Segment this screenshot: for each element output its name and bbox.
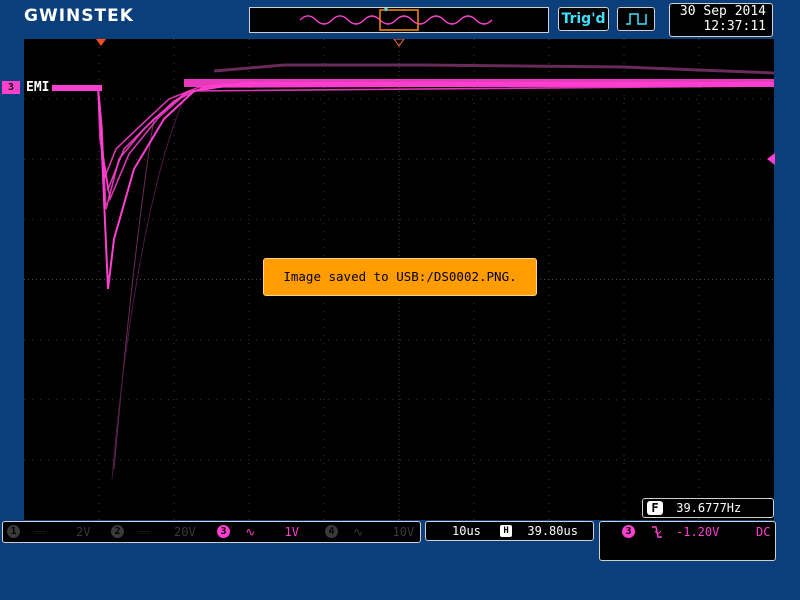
channel-4-number: 4 — [325, 525, 338, 538]
frequency-readout: F 39.6777Hz — [642, 498, 774, 518]
trigger-position-marker — [96, 39, 106, 46]
acquire-mode-box[interactable] — [617, 7, 655, 31]
falling-edge-icon — [652, 526, 662, 538]
dc-coupling-icon: ⎓ — [35, 525, 45, 539]
horizontal-position: 39.80us — [527, 524, 578, 538]
overview-trace — [299, 8, 493, 31]
date: 30 Sep 2014 — [679, 4, 766, 19]
waveform-baseline-band — [184, 79, 774, 87]
horizontal-position-badge: H — [500, 525, 513, 537]
channel-2-setting[interactable]: 2 ⎓ 20V — [111, 522, 196, 542]
channel-3-ground-marker[interactable]: 3 — [2, 81, 20, 94]
channel-2-number: 2 — [111, 525, 124, 538]
channel-3-number: 3 — [217, 525, 230, 538]
trigger-source: 3 — [622, 525, 635, 538]
trigger-coupling: DC — [756, 525, 771, 539]
waveform-overview[interactable] — [249, 7, 549, 33]
waveform-trace — [52, 82, 774, 210]
waveform-pre-trigger — [52, 85, 102, 91]
trigger-level-marker[interactable] — [767, 153, 775, 165]
timebase-scale: 10us — [452, 524, 481, 538]
trigger-settings-box[interactable]: 3 -1.20V DC — [599, 521, 776, 561]
trigger-level: -1.20V — [676, 525, 720, 539]
ac-coupling-icon: ∿ — [245, 525, 256, 539]
square-wave-icon — [626, 13, 647, 25]
ac-coupling-icon: ∿ — [353, 525, 364, 539]
channel-3-scale: 1V — [284, 525, 299, 539]
brand-logo: GWINSTEK — [24, 6, 134, 26]
channel-3-label: EMI — [26, 80, 50, 95]
channel-1-number: 1 — [7, 525, 20, 538]
timebase-box[interactable]: 10us H 39.80us — [425, 521, 594, 541]
channel-4-scale: 10V — [392, 525, 415, 539]
waveform-trace — [52, 83, 774, 192]
time: 12:37:11 — [703, 19, 766, 34]
channel-settings-bar: 1 ⎓ 2V 2 ⎓ 20V 3 ∿ 1V 4 ∿ 10V — [2, 521, 421, 543]
waveform-persistence — [213, 63, 774, 75]
channel-1-scale: 2V — [76, 525, 91, 539]
dc-coupling-icon: ⎓ — [139, 525, 149, 539]
frequency-badge: F — [647, 501, 663, 515]
frequency-value: 39.6777Hz — [676, 501, 742, 515]
channel-4-setting[interactable]: 4 ∿ 10V — [325, 522, 414, 542]
save-notification: Image saved to USB:/DS0002.PNG. — [263, 258, 537, 296]
channel-2-scale: 20V — [174, 525, 196, 539]
channel-1-setting[interactable]: 1 ⎓ 2V — [7, 522, 91, 542]
center-position-marker — [393, 39, 405, 47]
channel-3-setting[interactable]: 3 ∿ 1V — [217, 522, 299, 542]
waveform-trace — [52, 85, 774, 202]
date-time-display: 30 Sep 2014 12:37:11 — [669, 3, 773, 37]
trigger-status: Trig'd — [558, 7, 609, 31]
